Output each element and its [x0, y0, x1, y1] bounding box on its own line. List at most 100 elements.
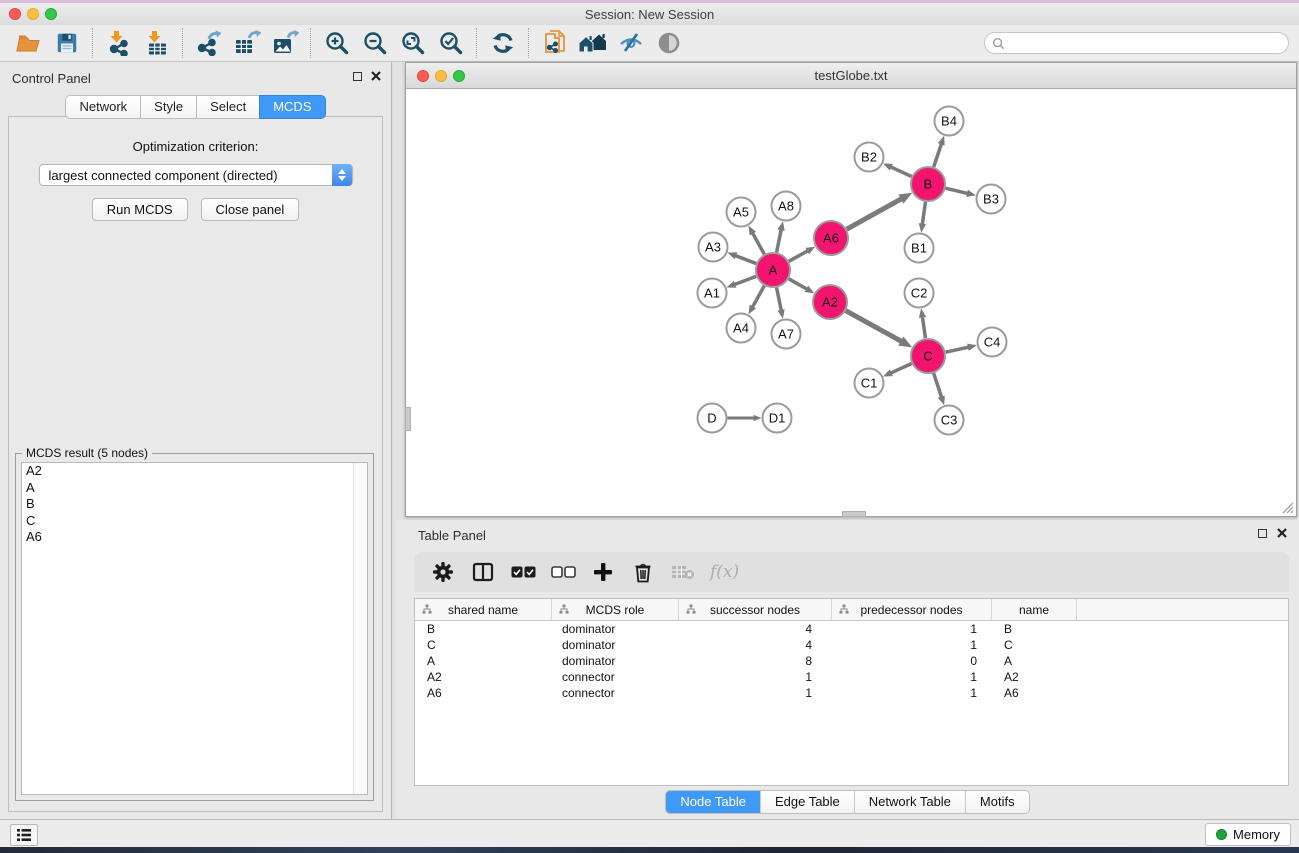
- table-cell[interactable]: C: [992, 638, 1077, 652]
- mcds-result-item[interactable]: A: [22, 480, 367, 497]
- table-row[interactable]: A2connector11A2: [415, 669, 1288, 685]
- close-panel-button[interactable]: Close panel: [201, 198, 300, 221]
- mcds-result-item[interactable]: A2: [22, 463, 367, 480]
- network-canvas[interactable]: AA1A2A3A4A5A6A7A8BB1B2B3B4CC1C2C3C4DD1: [406, 89, 1296, 516]
- table-cell[interactable]: connector: [552, 670, 679, 684]
- table-cell[interactable]: A6: [415, 686, 552, 700]
- delete-column-button[interactable]: [630, 558, 656, 586]
- export-table-button[interactable]: [228, 28, 266, 58]
- table-cell[interactable]: 1: [832, 638, 992, 652]
- unselect-all-columns-button[interactable]: [550, 558, 576, 586]
- task-history-button[interactable]: [10, 824, 38, 846]
- table-settings-button[interactable]: [430, 558, 456, 586]
- splitter-handle-bottom[interactable]: [842, 511, 866, 517]
- tab-select[interactable]: Select: [196, 95, 260, 119]
- scrollbar-track[interactable]: [353, 463, 367, 794]
- criterion-dropdown[interactable]: largest connected component (directed): [39, 164, 353, 186]
- export-image-button[interactable]: [266, 28, 304, 58]
- resize-grip-icon[interactable]: [1281, 501, 1294, 514]
- table-cell[interactable]: 1: [832, 670, 992, 684]
- table-cell[interactable]: B: [415, 622, 552, 636]
- mcds-result-item[interactable]: B: [22, 496, 367, 513]
- table-row[interactable]: A6connector11A6: [415, 685, 1288, 701]
- table-cell[interactable]: 4: [679, 638, 832, 652]
- refresh-button[interactable]: [484, 28, 522, 58]
- table-cell[interactable]: dominator: [552, 654, 679, 668]
- table-cell[interactable]: dominator: [552, 622, 679, 636]
- import-network-button[interactable]: [100, 28, 138, 58]
- float-table-panel-icon[interactable]: [1258, 529, 1267, 538]
- hide-graphics-details-button[interactable]: [612, 28, 650, 58]
- open-file-button[interactable]: [10, 28, 48, 58]
- edge-B-B1[interactable]: [922, 202, 925, 225]
- edge-A-A6[interactable]: [789, 251, 808, 262]
- column-header-predecessor-nodes[interactable]: predecessor nodes: [832, 599, 992, 620]
- table-row[interactable]: Bdominator41B: [415, 621, 1288, 637]
- table-cell[interactable]: 4: [679, 622, 832, 636]
- mcds-result-list[interactable]: A2ABCA6: [21, 462, 368, 795]
- edge-C-C4[interactable]: [946, 347, 969, 352]
- table-cell[interactable]: B: [992, 622, 1077, 636]
- table-cell[interactable]: 8: [679, 654, 832, 668]
- first-neighbors-button[interactable]: [574, 28, 612, 58]
- table-cell[interactable]: 1: [832, 622, 992, 636]
- edge-C-C2[interactable]: [922, 316, 925, 338]
- new-network-from-selection-button[interactable]: [536, 28, 574, 58]
- create-column-button[interactable]: [590, 558, 616, 586]
- table-row[interactable]: Adominator80A: [415, 653, 1288, 669]
- search-field[interactable]: [984, 32, 1289, 54]
- close-panel-icon[interactable]: [371, 71, 381, 81]
- network-window-titlebar[interactable]: testGlobe.txt: [406, 63, 1296, 89]
- select-all-columns-button[interactable]: [510, 558, 536, 586]
- edge-B-B4[interactable]: [934, 143, 942, 167]
- mcds-result-item[interactable]: C: [22, 513, 367, 530]
- import-table-button[interactable]: [138, 28, 176, 58]
- edge-B-B2[interactable]: [890, 167, 911, 177]
- table-row[interactable]: Cdominator41C: [415, 637, 1288, 653]
- table-cell[interactable]: C: [415, 638, 552, 652]
- mcds-result-item[interactable]: A6: [22, 529, 367, 546]
- search-input[interactable]: [1009, 35, 1288, 51]
- zoom-selected-button[interactable]: [432, 28, 470, 58]
- edge-C-C3[interactable]: [934, 373, 942, 397]
- column-header-MCDS-role[interactable]: MCDS role: [552, 599, 679, 620]
- edge-A-A1[interactable]: [734, 276, 756, 284]
- close-table-panel-icon[interactable]: [1277, 528, 1287, 538]
- edge-B-B3[interactable]: [946, 188, 969, 193]
- edge-A-A5[interactable]: [752, 233, 764, 255]
- tab-mcds[interactable]: MCDS: [259, 95, 325, 119]
- table-cell[interactable]: A2: [992, 670, 1077, 684]
- table-cell[interactable]: dominator: [552, 638, 679, 652]
- run-mcds-button[interactable]: Run MCDS: [92, 198, 188, 221]
- table-cell[interactable]: connector: [552, 686, 679, 700]
- export-network-button[interactable]: [190, 28, 228, 58]
- memory-button[interactable]: Memory: [1205, 823, 1291, 846]
- tab-motifs[interactable]: Motifs: [965, 791, 1029, 813]
- edge-A-A4[interactable]: [752, 286, 764, 308]
- table-cell[interactable]: 1: [832, 686, 992, 700]
- node-table[interactable]: shared nameMCDS rolesuccessor nodesprede…: [414, 598, 1289, 786]
- table-cell[interactable]: 1: [679, 670, 832, 684]
- column-header-name[interactable]: name: [992, 599, 1077, 620]
- tab-node-table[interactable]: Node Table: [666, 791, 760, 813]
- zoom-in-button[interactable]: [318, 28, 356, 58]
- column-header-successor-nodes[interactable]: successor nodes: [679, 599, 832, 620]
- splitter-handle-left[interactable]: [405, 407, 411, 431]
- table-cell[interactable]: 0: [832, 654, 992, 668]
- tab-network-table[interactable]: Network Table: [854, 791, 965, 813]
- zoom-fit-button[interactable]: [394, 28, 432, 58]
- table-cell[interactable]: A6: [992, 686, 1077, 700]
- edge-A-A3[interactable]: [735, 255, 756, 263]
- network-canvas-area[interactable]: AA1A2A3A4A5A6A7A8BB1B2B3B4CC1C2C3C4DD1: [406, 89, 1296, 516]
- tab-style[interactable]: Style: [140, 95, 197, 119]
- column-header-shared-name[interactable]: shared name: [415, 599, 552, 620]
- tab-edge-table[interactable]: Edge Table: [760, 791, 854, 813]
- float-panel-icon[interactable]: [353, 72, 362, 81]
- edge-A-A2[interactable]: [789, 279, 808, 289]
- tab-network[interactable]: Network: [65, 95, 141, 119]
- edge-A2-C[interactable]: [846, 311, 902, 342]
- edge-A6-B[interactable]: [847, 199, 902, 230]
- table-cell[interactable]: A: [992, 654, 1077, 668]
- table-cell[interactable]: A2: [415, 670, 552, 684]
- zoom-out-button[interactable]: [356, 28, 394, 58]
